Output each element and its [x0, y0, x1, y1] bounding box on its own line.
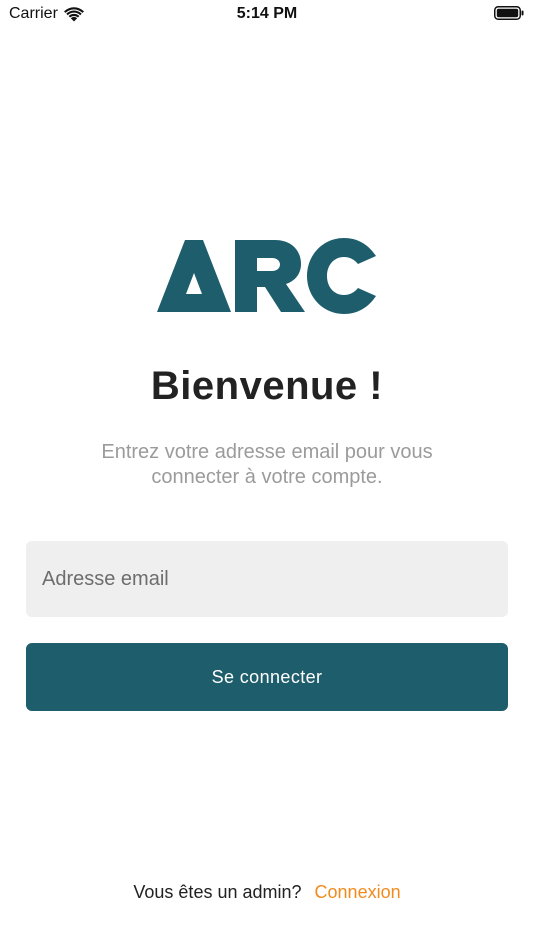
login-button[interactable]: Se connecter	[26, 643, 508, 711]
admin-prompt: Vous êtes un admin?	[133, 882, 302, 902]
email-field[interactable]	[26, 541, 508, 617]
battery-icon	[494, 6, 524, 20]
welcome-title: Bienvenue !	[150, 364, 384, 408]
admin-login-link[interactable]: Connexion	[315, 882, 401, 902]
status-bar: Carrier 5:14 PM	[0, 0, 534, 28]
admin-footer: Vous êtes un admin? Connexion	[0, 882, 534, 903]
login-screen: Carrier 5:14 PM Bienvenue ! Entrez votre…	[0, 0, 534, 950]
welcome-subtitle: Entrez votre adresse email pour vous con…	[101, 441, 433, 488]
arc-logo	[157, 238, 376, 314]
status-time: 5:14 PM	[236, 5, 298, 22]
